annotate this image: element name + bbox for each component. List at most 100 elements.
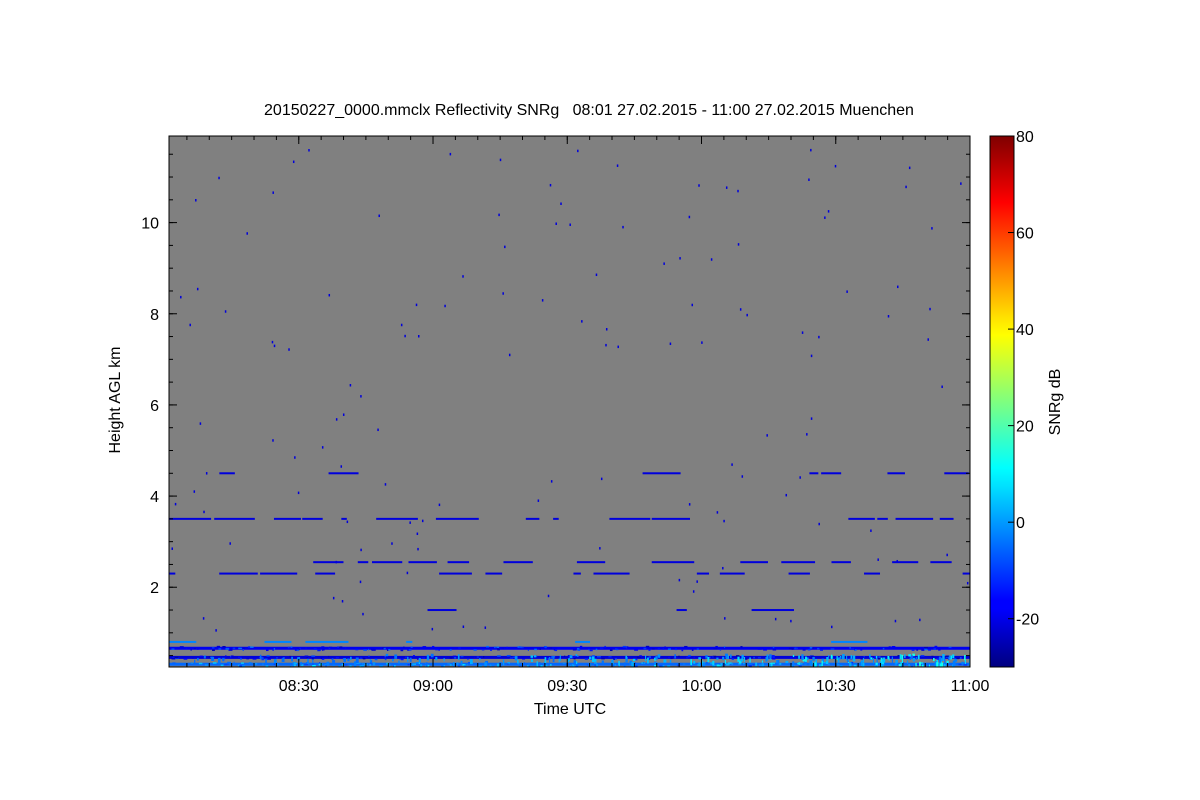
surface-return (932, 658, 935, 662)
surface-return (761, 660, 764, 663)
surface-return (349, 656, 352, 660)
noise-point (698, 184, 700, 187)
echo-segment (576, 561, 606, 564)
surface-return (942, 662, 944, 667)
echo-speckle (924, 646, 928, 649)
surface-return (906, 660, 909, 664)
echo-speckle (332, 664, 335, 667)
surface-return (904, 654, 906, 658)
echo-speckle (190, 662, 194, 664)
echo-speckle (198, 662, 203, 665)
noise-point (406, 571, 409, 575)
echo-speckle (527, 649, 529, 652)
surface-return (575, 664, 579, 667)
noise-point (218, 176, 220, 180)
echo-speckle (337, 646, 340, 648)
echo-speckle (368, 655, 370, 657)
surface-return (740, 658, 744, 662)
noise-point (929, 307, 931, 311)
echo-segment (609, 517, 651, 520)
noise-point (360, 395, 362, 398)
echo-speckle (742, 662, 745, 665)
surface-return (850, 655, 853, 659)
surface-return (300, 661, 302, 665)
echo-speckle (523, 662, 526, 664)
echo-speckle (557, 647, 561, 649)
noise-point (193, 490, 196, 493)
surface-return (948, 655, 951, 659)
echo-speckle (344, 647, 347, 649)
echo-speckle (171, 657, 176, 660)
echo-speckle (412, 655, 415, 657)
surface-return (435, 656, 438, 661)
noise-point (273, 344, 276, 348)
echo-speckle (388, 664, 391, 666)
echo-speckle (339, 646, 343, 648)
surface-return (326, 661, 330, 666)
echo-speckle (449, 657, 453, 659)
noise-point (737, 243, 740, 246)
noise-point (818, 335, 820, 339)
echo-speckle (240, 662, 244, 664)
echo-speckle (452, 655, 457, 658)
echo-speckle (320, 657, 323, 660)
noise-point (272, 439, 274, 442)
surface-return (426, 654, 430, 661)
echo-speckle (323, 648, 325, 651)
echo-speckle (374, 658, 378, 661)
echo-speckle (579, 645, 583, 648)
noise-point (790, 619, 792, 623)
surface-return (530, 655, 534, 658)
surface-return (265, 659, 267, 665)
echo-speckle (192, 657, 194, 659)
noise-point (846, 290, 848, 293)
noise-point (417, 334, 420, 338)
echo-segment (214, 517, 255, 520)
noise-point (722, 566, 724, 570)
surface-return (355, 657, 359, 664)
echo-speckle (609, 649, 613, 652)
echo-speckle (458, 647, 461, 649)
echo-speckle (601, 657, 605, 660)
echo-speckle (963, 664, 968, 666)
noise-point (502, 292, 504, 295)
echo-speckle (312, 664, 316, 667)
echo-speckle (724, 646, 726, 648)
noise-point (246, 232, 248, 235)
echo-speckle (305, 647, 307, 649)
echo-speckle (216, 645, 221, 648)
echo-segment (895, 517, 934, 520)
echo-speckle (948, 647, 953, 650)
echo-speckle (449, 649, 452, 651)
echo-speckle (454, 657, 457, 659)
echo-speckle (408, 649, 412, 651)
surface-return (792, 661, 795, 667)
echo-speckle (604, 645, 606, 648)
noise-point (499, 158, 502, 162)
noise-point (308, 149, 310, 152)
echo-segment (788, 572, 810, 575)
surface-return (940, 658, 944, 661)
echo-speckle (771, 662, 775, 665)
surface-return (917, 654, 920, 660)
surface-return (430, 653, 434, 658)
echo-speckle (767, 647, 771, 649)
surface-return (647, 657, 649, 664)
x-tick-label: 09:00 (413, 678, 453, 695)
echo-speckle (208, 656, 211, 658)
echo-speckle (849, 647, 851, 649)
echo-speckle (549, 647, 553, 649)
noise-point (349, 384, 352, 387)
surface-return (291, 656, 293, 662)
echo-speckle (266, 654, 270, 657)
echo-segment (439, 572, 472, 575)
echo-speckle (293, 664, 296, 667)
echo-speckle (586, 664, 589, 666)
surface-return (663, 659, 667, 663)
surface-return (842, 654, 845, 660)
echo-segment (651, 561, 695, 564)
echo-speckle (422, 646, 427, 648)
surface-return (690, 659, 693, 666)
echo-speckle (473, 656, 475, 658)
surface-return (425, 662, 428, 667)
